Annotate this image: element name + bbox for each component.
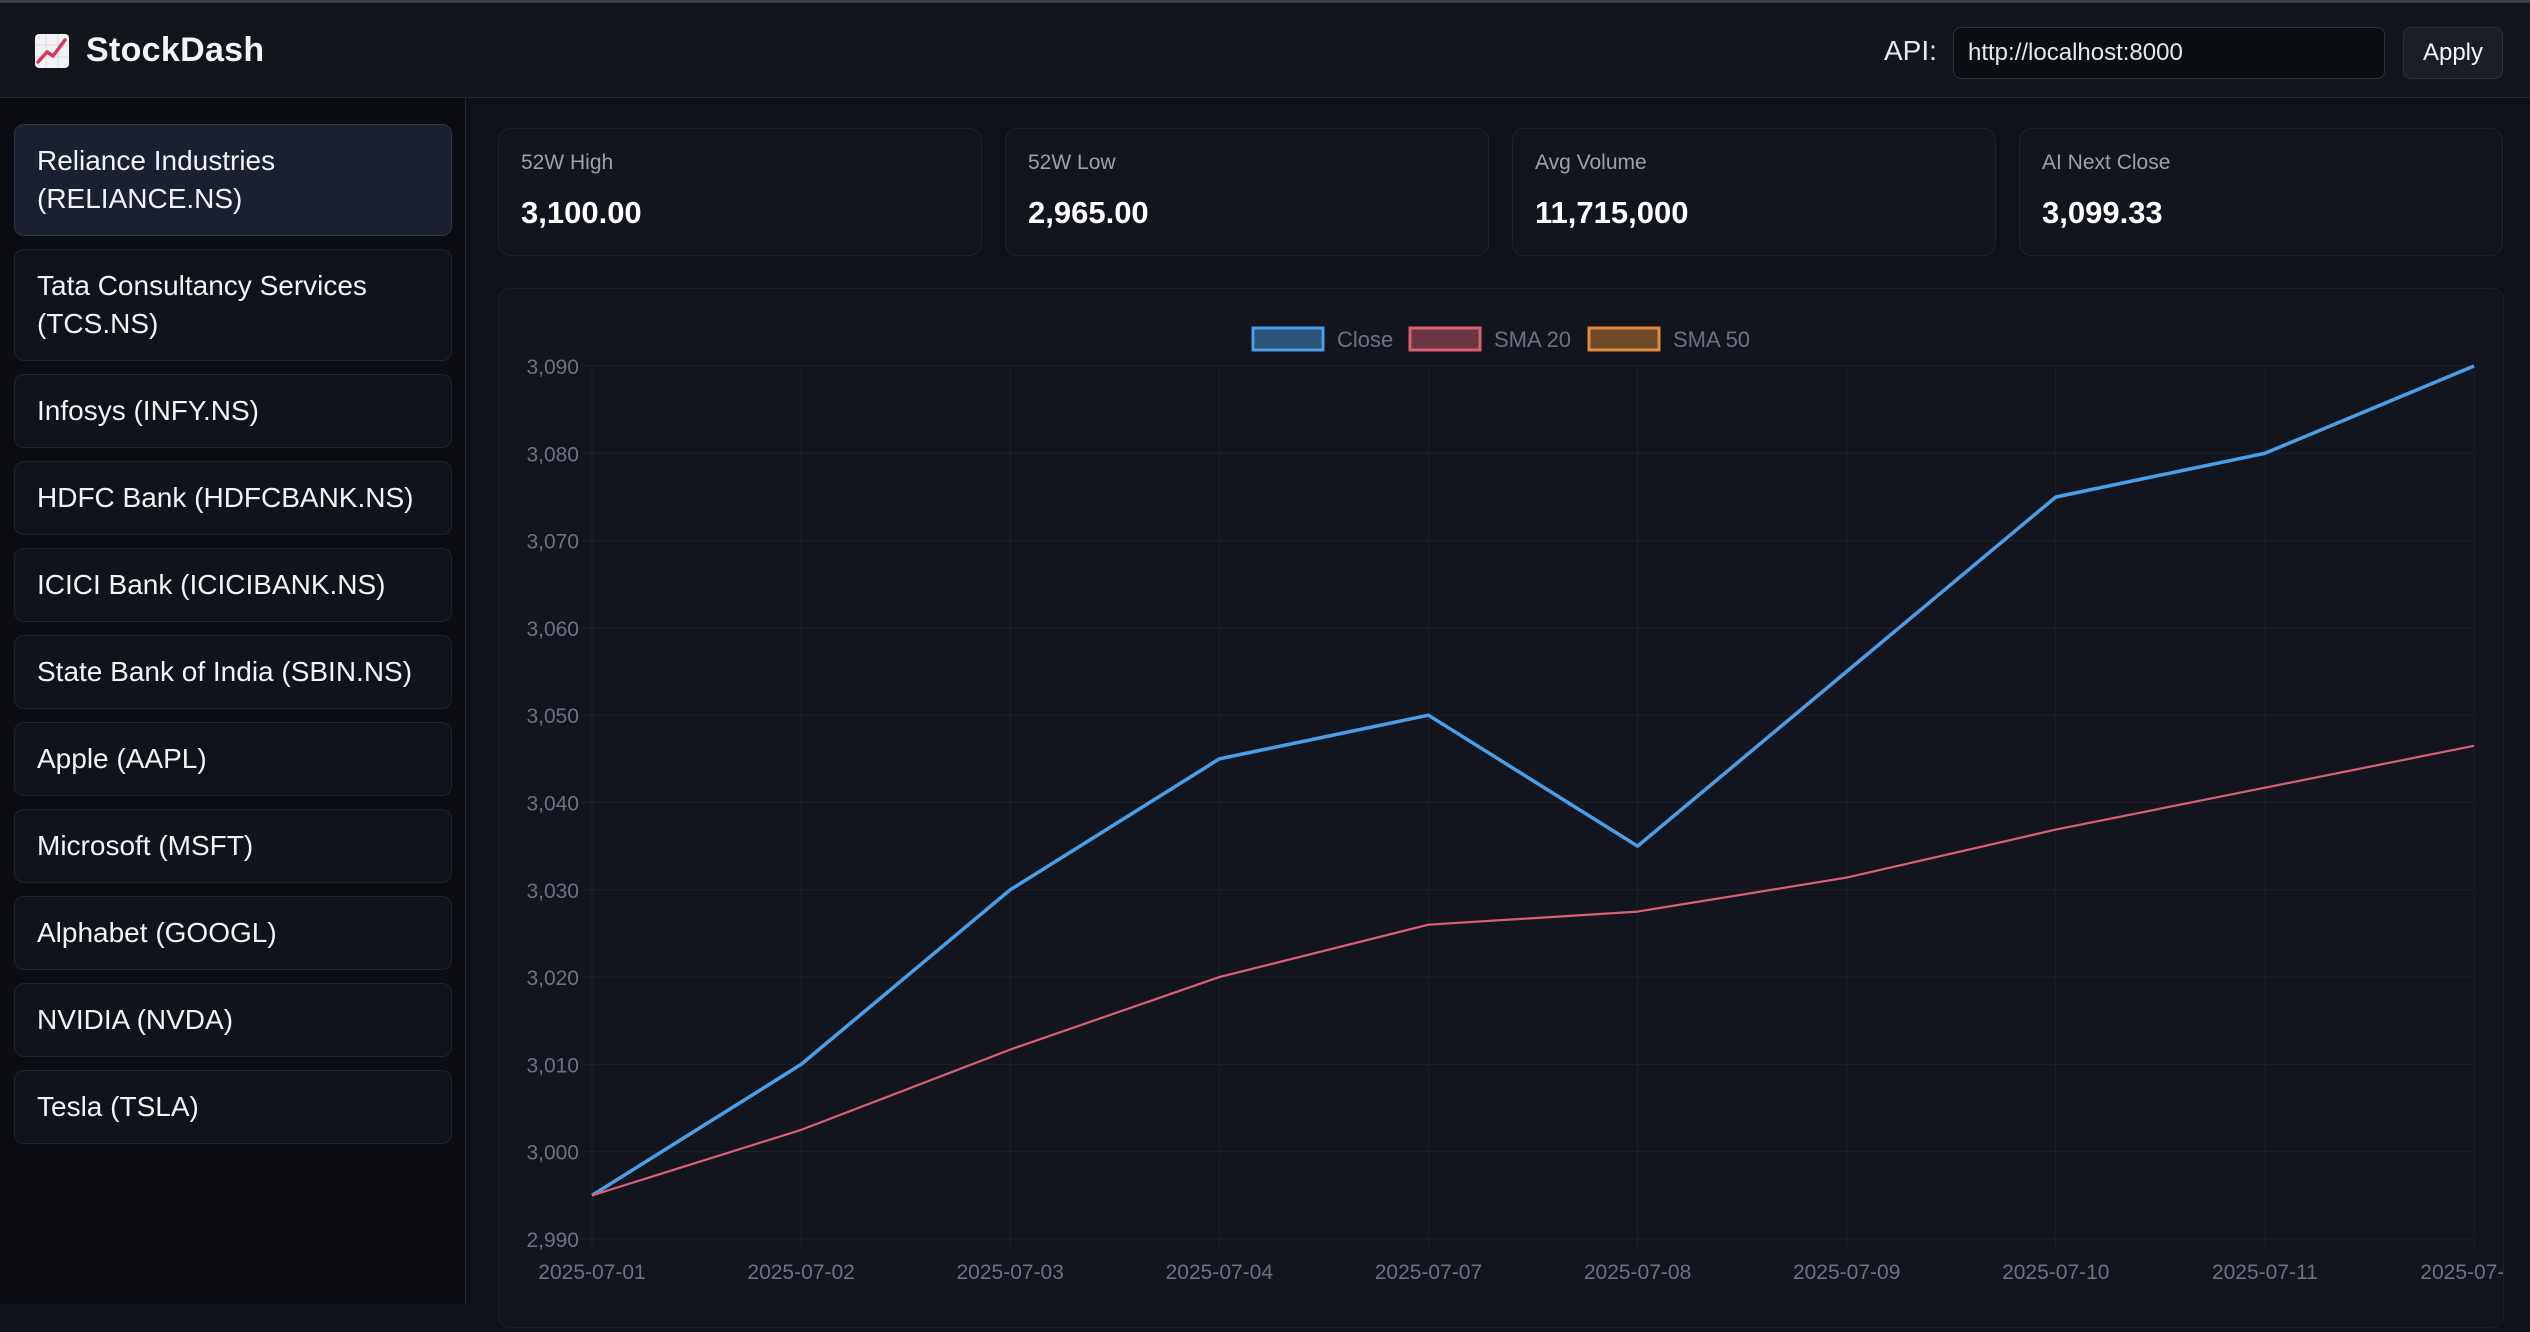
chart-legend: Close SMA 20 SMA 50: [1253, 327, 1750, 352]
top-bar: StockDash API: Apply: [0, 0, 2530, 98]
legend-label: SMA 20: [1494, 327, 1571, 352]
api-url-input[interactable]: [1953, 27, 2385, 79]
apply-button[interactable]: Apply: [2403, 27, 2503, 79]
stock-item-tsla[interactable]: Tesla (TSLA): [14, 1070, 452, 1144]
stock-item-tcs[interactable]: Tata Consultancy Services (TCS.NS): [14, 249, 452, 361]
x-tick-label: 2025-07-01: [538, 1261, 645, 1284]
chart-grid: [582, 366, 2474, 1249]
stat-value: 3,100.00: [521, 195, 642, 231]
stock-item-icicibank[interactable]: ICICI Bank (ICICIBANK.NS): [14, 548, 452, 622]
main-content: 52W High 3,100.00 52W Low 2,965.00 Avg V…: [466, 98, 2530, 1305]
stock-item-sbin[interactable]: State Bank of India (SBIN.NS): [14, 635, 452, 709]
stat-card-ai-next-close: AI Next Close 3,099.33: [2019, 128, 2503, 256]
y-tick-label: 2,990: [526, 1229, 579, 1252]
stat-card-avg-volume: Avg Volume 11,715,000: [1512, 128, 1996, 256]
x-tick-label: 2025-07-03: [957, 1261, 1064, 1284]
stat-card-52w-high: 52W High 3,100.00: [498, 128, 982, 256]
y-tick-label: 3,070: [526, 531, 579, 554]
legend-item-sma-20[interactable]: SMA 20: [1410, 327, 1571, 352]
stock-item-reliance[interactable]: Reliance Industries (RELIANCE.NS): [14, 124, 452, 236]
legend-item-sma-50[interactable]: SMA 50: [1589, 327, 1750, 352]
app-title: StockDash: [86, 31, 264, 70]
legend-item-close[interactable]: Close: [1253, 327, 1393, 352]
stock-item-nvda[interactable]: NVIDIA (NVDA): [14, 983, 452, 1057]
stat-label: 52W High: [521, 151, 613, 175]
price-chart[interactable]: 3,090 3,080 3,070 3,060 3,050 3,040 3,030 3,020…: [499, 289, 2503, 1327]
legend-swatch: [1410, 328, 1480, 350]
y-tick-label: 3,090: [526, 356, 579, 379]
x-tick-label: 2025-07-09: [1793, 1261, 1900, 1284]
x-tick-label: 2025-07-07: [1375, 1261, 1482, 1284]
y-tick-label: 3,030: [526, 880, 579, 903]
y-tick-label: 3,050: [526, 705, 579, 728]
stat-card-52w-low: 52W Low 2,965.00: [1005, 128, 1489, 256]
series-line-close: [592, 366, 2474, 1195]
series-line-sma-20: [592, 746, 2474, 1196]
stock-item-hdfcbank[interactable]: HDFC Bank (HDFCBANK.NS): [14, 461, 452, 535]
x-tick-label: 2025-07-04: [1166, 1261, 1274, 1284]
legend-swatch: [1253, 328, 1323, 350]
stat-value: 2,965.00: [1028, 195, 1149, 231]
y-tick-label: 3,020: [526, 967, 579, 990]
x-axis-ticks: 2025-07-01 2025-07-02 2025-07-03 2025-07-04…: [538, 1261, 2503, 1284]
stock-list-sidebar: Reliance Industries (RELIANCE.NS) Tata C…: [0, 98, 466, 1305]
stat-label: Avg Volume: [1535, 151, 1647, 175]
stat-value: 3,099.33: [2042, 195, 2163, 231]
legend-label: Close: [1337, 327, 1393, 352]
chart-increasing-icon: [34, 33, 70, 69]
y-axis-ticks: 3,090 3,080 3,070 3,060 3,050 3,040 3,030 3,020…: [526, 356, 579, 1252]
x-tick-label: 2025-07-10: [2002, 1261, 2109, 1284]
x-tick-label: 2025-07-11: [2212, 1261, 2318, 1284]
y-tick-label: 3,010: [526, 1054, 579, 1077]
y-tick-label: 3,040: [526, 793, 579, 816]
stock-item-infy[interactable]: Infosys (INFY.NS): [14, 374, 452, 448]
price-chart-card: 3,090 3,080 3,070 3,060 3,050 3,040 3,030 3,020…: [498, 288, 2504, 1328]
api-label: API:: [1884, 35, 1937, 67]
stat-value: 11,715,000: [1535, 195, 1688, 231]
y-tick-label: 3,000: [526, 1142, 579, 1165]
legend-swatch: [1589, 328, 1659, 350]
x-tick-label: 2025-07-02: [747, 1261, 854, 1284]
legend-label: SMA 50: [1673, 327, 1750, 352]
stock-item-aapl[interactable]: Apple (AAPL): [14, 722, 452, 796]
stock-item-googl[interactable]: Alphabet (GOOGL): [14, 896, 452, 970]
stat-label: 52W Low: [1028, 151, 1116, 175]
x-tick-label: 2025-07-08: [1584, 1261, 1691, 1284]
stock-item-msft[interactable]: Microsoft (MSFT): [14, 809, 452, 883]
y-tick-label: 3,080: [526, 443, 579, 466]
chart-series: [592, 366, 2474, 1195]
y-tick-label: 3,060: [526, 618, 579, 641]
x-tick-label: 2025-07-14: [2420, 1261, 2503, 1284]
brand: StockDash: [34, 31, 264, 70]
stat-label: AI Next Close: [2042, 151, 2170, 175]
